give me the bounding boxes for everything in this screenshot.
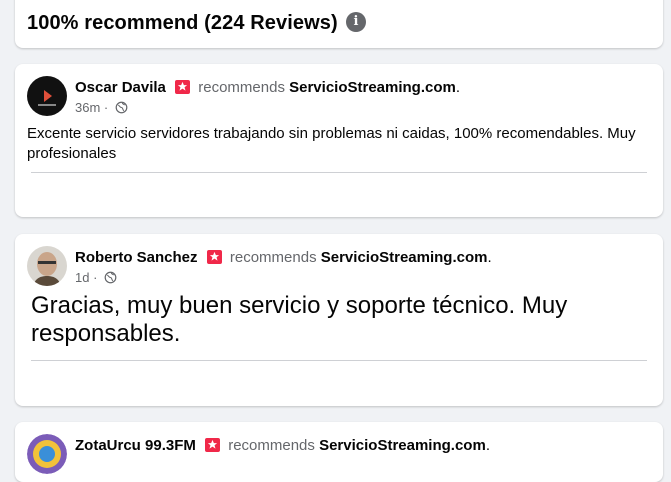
meta-separator: ·: [103, 100, 109, 115]
divider: [31, 172, 647, 173]
recommends-label: recommends: [229, 249, 317, 266]
reviews-summary-card: 100% recommend (224 Reviews) i: [15, 0, 663, 48]
review-text: Gracias, muy buen servicio y soporte téc…: [31, 292, 568, 347]
recommend-badge-icon: [175, 80, 191, 94]
reviewer-name[interactable]: ZotaUrcu 99.3FM: [75, 437, 196, 454]
avatar[interactable]: [27, 246, 67, 286]
review-card: ZotaUrcu 99.3FM recommends ServicioStrea…: [15, 422, 663, 482]
period: .: [455, 79, 461, 96]
review-text: Excente servicio servidores trabajando s…: [27, 125, 636, 162]
avatar[interactable]: [27, 434, 67, 474]
review-card: Oscar Davila recommends ServicioStreamin…: [15, 64, 663, 217]
globe-icon: [104, 271, 117, 288]
page-name-link[interactable]: ServicioStreaming.com: [289, 79, 456, 96]
review-time[interactable]: 36m: [75, 100, 100, 115]
reviewer-name[interactable]: Roberto Sanchez: [75, 249, 198, 266]
review-time[interactable]: 1d: [75, 270, 89, 285]
info-icon[interactable]: i: [346, 12, 366, 32]
avatar[interactable]: [27, 76, 67, 116]
page-name-link[interactable]: ServicioStreaming.com: [321, 249, 488, 266]
review-meta: 36m ·: [75, 100, 128, 118]
period: .: [485, 437, 490, 454]
reviewer-name[interactable]: Oscar Davila: [75, 79, 166, 96]
recommends-label: recommends: [198, 79, 285, 96]
divider: [31, 360, 647, 361]
reviews-summary-title: 100% recommend (224 Reviews): [27, 12, 338, 34]
review-meta: 1d ·: [75, 270, 117, 288]
review-header: Roberto Sanchez recommends ServicioStrea…: [75, 249, 492, 267]
recommend-badge-icon: [206, 250, 222, 264]
review-header: Oscar Davila recommends ServicioStreamin…: [75, 79, 460, 97]
review-card: Roberto Sanchez recommends ServicioStrea…: [15, 234, 663, 406]
period: .: [487, 249, 492, 266]
page-name-link[interactable]: ServicioStreaming.com: [319, 437, 486, 454]
recommend-badge-icon: [205, 438, 221, 452]
meta-separator: ·: [93, 270, 98, 285]
recommends-label: recommends: [228, 437, 315, 454]
globe-icon: [115, 101, 128, 118]
review-header: ZotaUrcu 99.3FM recommends ServicioStrea…: [75, 437, 490, 455]
